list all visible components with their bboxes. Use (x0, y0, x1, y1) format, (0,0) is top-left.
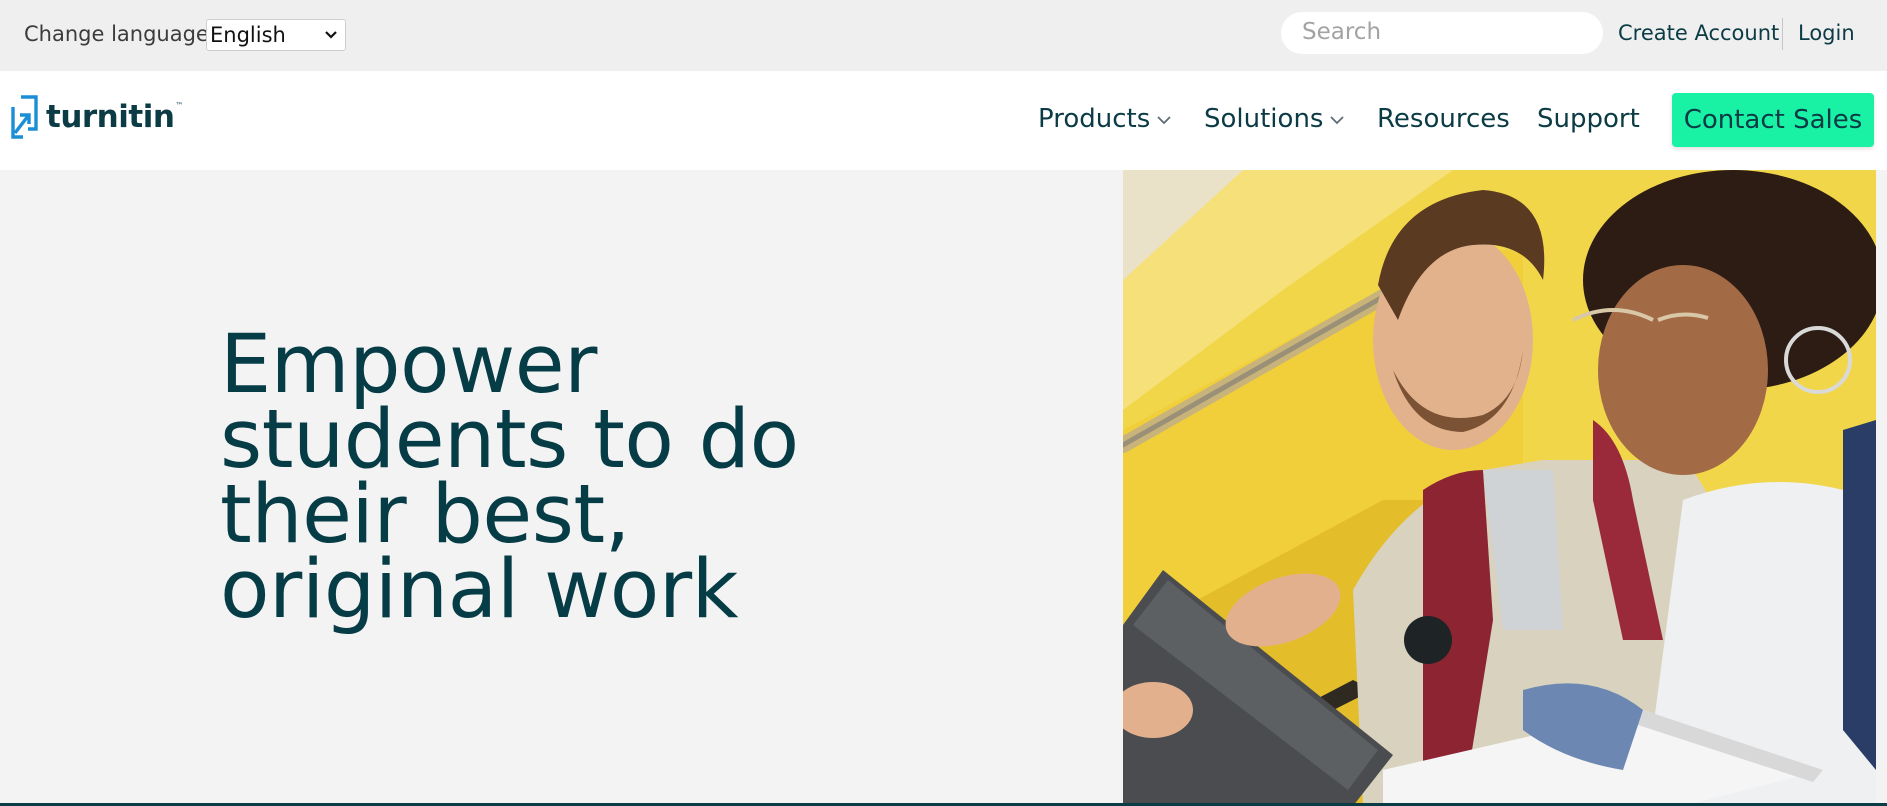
search-input[interactable]: Search (1281, 12, 1603, 54)
nav-item-label: Products (1038, 104, 1151, 134)
nav-item-label: Solutions (1204, 104, 1324, 134)
language-selected-value: English (210, 23, 286, 47)
turnitin-logo-icon (11, 95, 38, 139)
chevron-down-icon (1330, 116, 1345, 125)
contact-sales-button[interactable]: Contact Sales (1672, 93, 1874, 147)
chevron-down-icon (1157, 116, 1171, 125)
logo-wordmark: turnitin (46, 99, 175, 135)
hero-image (1123, 170, 1876, 806)
search-placeholder: Search (1302, 19, 1382, 45)
utility-bar: Change language English Search Create Ac… (0, 0, 1887, 71)
hero-headline: Empower students to do their best, origi… (220, 318, 920, 637)
login-link[interactable]: Login (1798, 21, 1855, 45)
divider (1782, 18, 1783, 50)
nav-item-label: Support (1537, 104, 1640, 134)
nav-item-products[interactable]: Products (1038, 104, 1172, 134)
chevron-down-icon (325, 31, 337, 39)
hero-headline-line: original work (220, 543, 739, 637)
change-language-label: Change language (24, 22, 209, 46)
students-photo-icon (1123, 170, 1876, 806)
nav-item-solutions[interactable]: Solutions (1204, 104, 1345, 134)
hero-headline-line: Empower (220, 318, 597, 412)
hero-headline-line: their best, (220, 468, 630, 562)
hero-section: Empower students to do their best, origi… (0, 170, 1887, 806)
turnitin-logo[interactable]: turnitin ™ (9, 92, 183, 142)
logo-trademark: ™ (175, 101, 184, 110)
language-select[interactable]: English (206, 19, 346, 51)
nav-item-resources[interactable]: Resources (1377, 104, 1510, 134)
nav-item-support[interactable]: Support (1537, 104, 1640, 134)
nav-item-label: Resources (1377, 104, 1510, 134)
hero-headline-line: students to do (220, 393, 799, 487)
create-account-link[interactable]: Create Account (1618, 21, 1779, 45)
main-nav: turnitin ™ Products Solutions Resources … (0, 71, 1887, 170)
